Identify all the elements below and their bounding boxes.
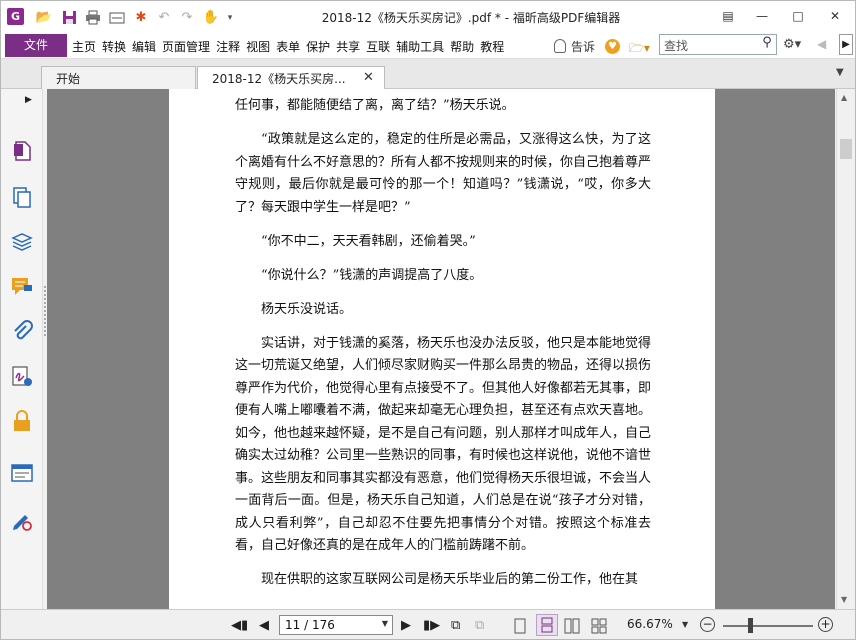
- document-tab-bar: 开始 2018-12《杨天乐买房... ✕ ▼: [1, 59, 855, 90]
- app-logo-icon[interactable]: G: [7, 8, 24, 25]
- menu-form[interactable]: 表单: [276, 38, 300, 55]
- menu-share[interactable]: 共享: [336, 38, 360, 55]
- hand-tool-icon[interactable]: ✋: [202, 9, 220, 26]
- page-number-value: 11 / 176: [285, 618, 335, 632]
- tell-me-label: 告诉: [571, 40, 596, 54]
- paragraph: 任何事，都能随便结了离，离了结？”杨天乐说。: [235, 98, 515, 113]
- page-text: 任何事，都能随便结了离，离了结？”杨天乐说。 “政策就是这么定的，稳定的住所是必…: [235, 95, 651, 603]
- save-icon[interactable]: [60, 9, 78, 26]
- minimize-button[interactable]: —: [750, 6, 774, 26]
- ribbon-scroll-left-icon[interactable]: ◀: [817, 37, 826, 51]
- tab-start-label: 开始: [56, 72, 81, 86]
- menu-help[interactable]: 帮助: [450, 38, 474, 55]
- paragraph: “你不中二，天天看韩剧，还偷着哭。”: [261, 233, 476, 249]
- signature-icon[interactable]: [10, 364, 34, 388]
- single-page-view-icon[interactable]: [514, 618, 526, 638]
- tab-document-label: 2018-12《杨天乐买房...: [212, 72, 346, 86]
- continuous-facing-view-icon[interactable]: [591, 618, 607, 638]
- paragraph: “你说什么？”钱潇的声调提高了八度。: [261, 267, 483, 283]
- previous-view-icon[interactable]: ⧉: [451, 618, 460, 633]
- scroll-thumb[interactable]: [840, 139, 852, 159]
- zoom-slider[interactable]: [723, 625, 813, 627]
- scroll-down-icon[interactable]: ▼: [841, 595, 847, 604]
- page-thumbnail-icon[interactable]: [10, 139, 34, 163]
- menu-convert[interactable]: 转换: [102, 38, 126, 55]
- vertical-scrollbar[interactable]: ▲ ▼: [836, 89, 854, 609]
- security-lock-icon[interactable]: [10, 409, 34, 433]
- comments-icon[interactable]: [10, 275, 34, 299]
- menu-connect[interactable]: 互联: [366, 38, 390, 55]
- menu-accessibility[interactable]: 辅助工具: [396, 38, 444, 55]
- menu-protect[interactable]: 保护: [306, 38, 330, 55]
- ribbon-tabs: 主页 转换 编辑 页面管理 注释 视图 表单 保护 共享 互联 辅助工具 帮助 …: [72, 33, 510, 59]
- menu-home[interactable]: 主页: [72, 38, 96, 55]
- certificate-pen-icon[interactable]: [10, 509, 34, 533]
- status-bar: ◀▮ ◀ 11 / 176 ▼ ▶ ▮▶ ⧉ ⧉ 66.67% ▼ − +: [1, 609, 855, 639]
- ribbon-scroll-right-icon[interactable]: ▶: [839, 34, 853, 55]
- close-button[interactable]: ✕: [823, 6, 847, 26]
- menu-edit[interactable]: 编辑: [132, 38, 156, 55]
- find-folder-icon[interactable]: 🗁▾: [629, 39, 655, 55]
- paragraph: 现在供职的这家互联网公司是杨天乐毕业后的第二份工作，他在其: [261, 572, 639, 587]
- search-icon[interactable]: ⚲: [758, 35, 776, 53]
- menu-page-organize[interactable]: 页面管理: [162, 38, 210, 55]
- first-page-icon[interactable]: ◀▮: [231, 618, 248, 633]
- zoom-in-icon[interactable]: +: [818, 617, 833, 632]
- tab-start[interactable]: 开始: [41, 66, 196, 90]
- maximize-button[interactable]: □: [786, 6, 810, 26]
- paragraph: 实话讲，对于钱潇的奚落，杨天乐也没办法反驳，他只是本能地觉得这一切荒诞又绝望，人…: [235, 335, 652, 554]
- scroll-up-icon[interactable]: ▲: [841, 93, 847, 102]
- new-icon[interactable]: ✱: [132, 9, 150, 26]
- customize-dropdown-icon[interactable]: ▾: [221, 9, 239, 26]
- zoom-out-icon[interactable]: −: [700, 617, 715, 632]
- gear-icon[interactable]: ⚙▾: [783, 37, 801, 52]
- pages-icon[interactable]: [10, 185, 34, 209]
- title-bar: G 📂 ✱ ↶ ↷ ✋ ▾ 2018-12《杨天乐买房记》.pdf * - 福昕…: [1, 1, 855, 33]
- previous-page-icon[interactable]: ◀: [259, 618, 269, 633]
- last-page-icon[interactable]: ▮▶: [423, 618, 440, 633]
- paragraph: 杨天乐没说话。: [261, 301, 353, 317]
- feedback-heart-icon[interactable]: ♥: [605, 39, 620, 54]
- attachments-icon[interactable]: [10, 319, 34, 343]
- menu-comment[interactable]: 注释: [216, 38, 240, 55]
- page-number-input[interactable]: 11 / 176 ▼: [279, 615, 393, 635]
- tab-list-dropdown-icon[interactable]: ▼: [836, 67, 844, 78]
- paragraph: “政策就是这么定的，稳定的住所是必需品，又涨得这么快，为了这个离婚有什么不好意思…: [235, 132, 652, 215]
- next-view-icon[interactable]: ⧉: [475, 618, 484, 633]
- tab-document[interactable]: 2018-12《杨天乐买房...: [197, 66, 385, 90]
- next-page-icon[interactable]: ▶: [401, 618, 411, 633]
- menu-tutorial[interactable]: 教程: [480, 38, 504, 55]
- undo-icon[interactable]: ↶: [155, 9, 173, 26]
- form-fields-icon[interactable]: [10, 461, 34, 485]
- file-menu-button[interactable]: 文件: [5, 34, 67, 57]
- app-window: G 📂 ✱ ↶ ↷ ✋ ▾ 2018-12《杨天乐买房记》.pdf * - 福昕…: [0, 0, 856, 640]
- open-folder-icon[interactable]: 📂: [35, 9, 53, 26]
- tab-close-icon[interactable]: ✕: [363, 70, 374, 85]
- navigation-panel: ▶: [1, 89, 43, 609]
- print-icon[interactable]: [84, 9, 102, 26]
- restore-layout-icon[interactable]: ▤: [716, 6, 740, 26]
- expand-panel-icon[interactable]: ▶: [25, 95, 32, 105]
- window-title: 2018-12《杨天乐买房记》.pdf * - 福昕高级PDF编辑器: [321, 11, 621, 25]
- lightbulb-icon: [554, 39, 566, 53]
- tell-me-button[interactable]: 告诉: [554, 38, 595, 55]
- pdf-page: 任何事，都能随便结了离，离了结？”杨天乐说。 “政策就是这么定的，稳定的住所是必…: [169, 89, 715, 609]
- scan-icon[interactable]: [108, 9, 126, 26]
- page-list-dropdown-icon[interactable]: ▼: [382, 619, 388, 628]
- document-viewer[interactable]: 任何事，都能随便结了离，离了结？”杨天乐说。 “政策就是这么定的，稳定的住所是必…: [47, 89, 835, 609]
- menu-view[interactable]: 视图: [246, 38, 270, 55]
- zoom-dropdown-icon[interactable]: ▼: [682, 620, 688, 629]
- continuous-page-view-icon[interactable]: [536, 614, 558, 636]
- redo-icon[interactable]: ↷: [178, 9, 196, 26]
- layers-icon[interactable]: [10, 230, 34, 254]
- facing-view-icon[interactable]: [564, 618, 580, 638]
- zoom-slider-thumb[interactable]: [748, 618, 753, 633]
- zoom-level[interactable]: 66.67%: [627, 617, 673, 631]
